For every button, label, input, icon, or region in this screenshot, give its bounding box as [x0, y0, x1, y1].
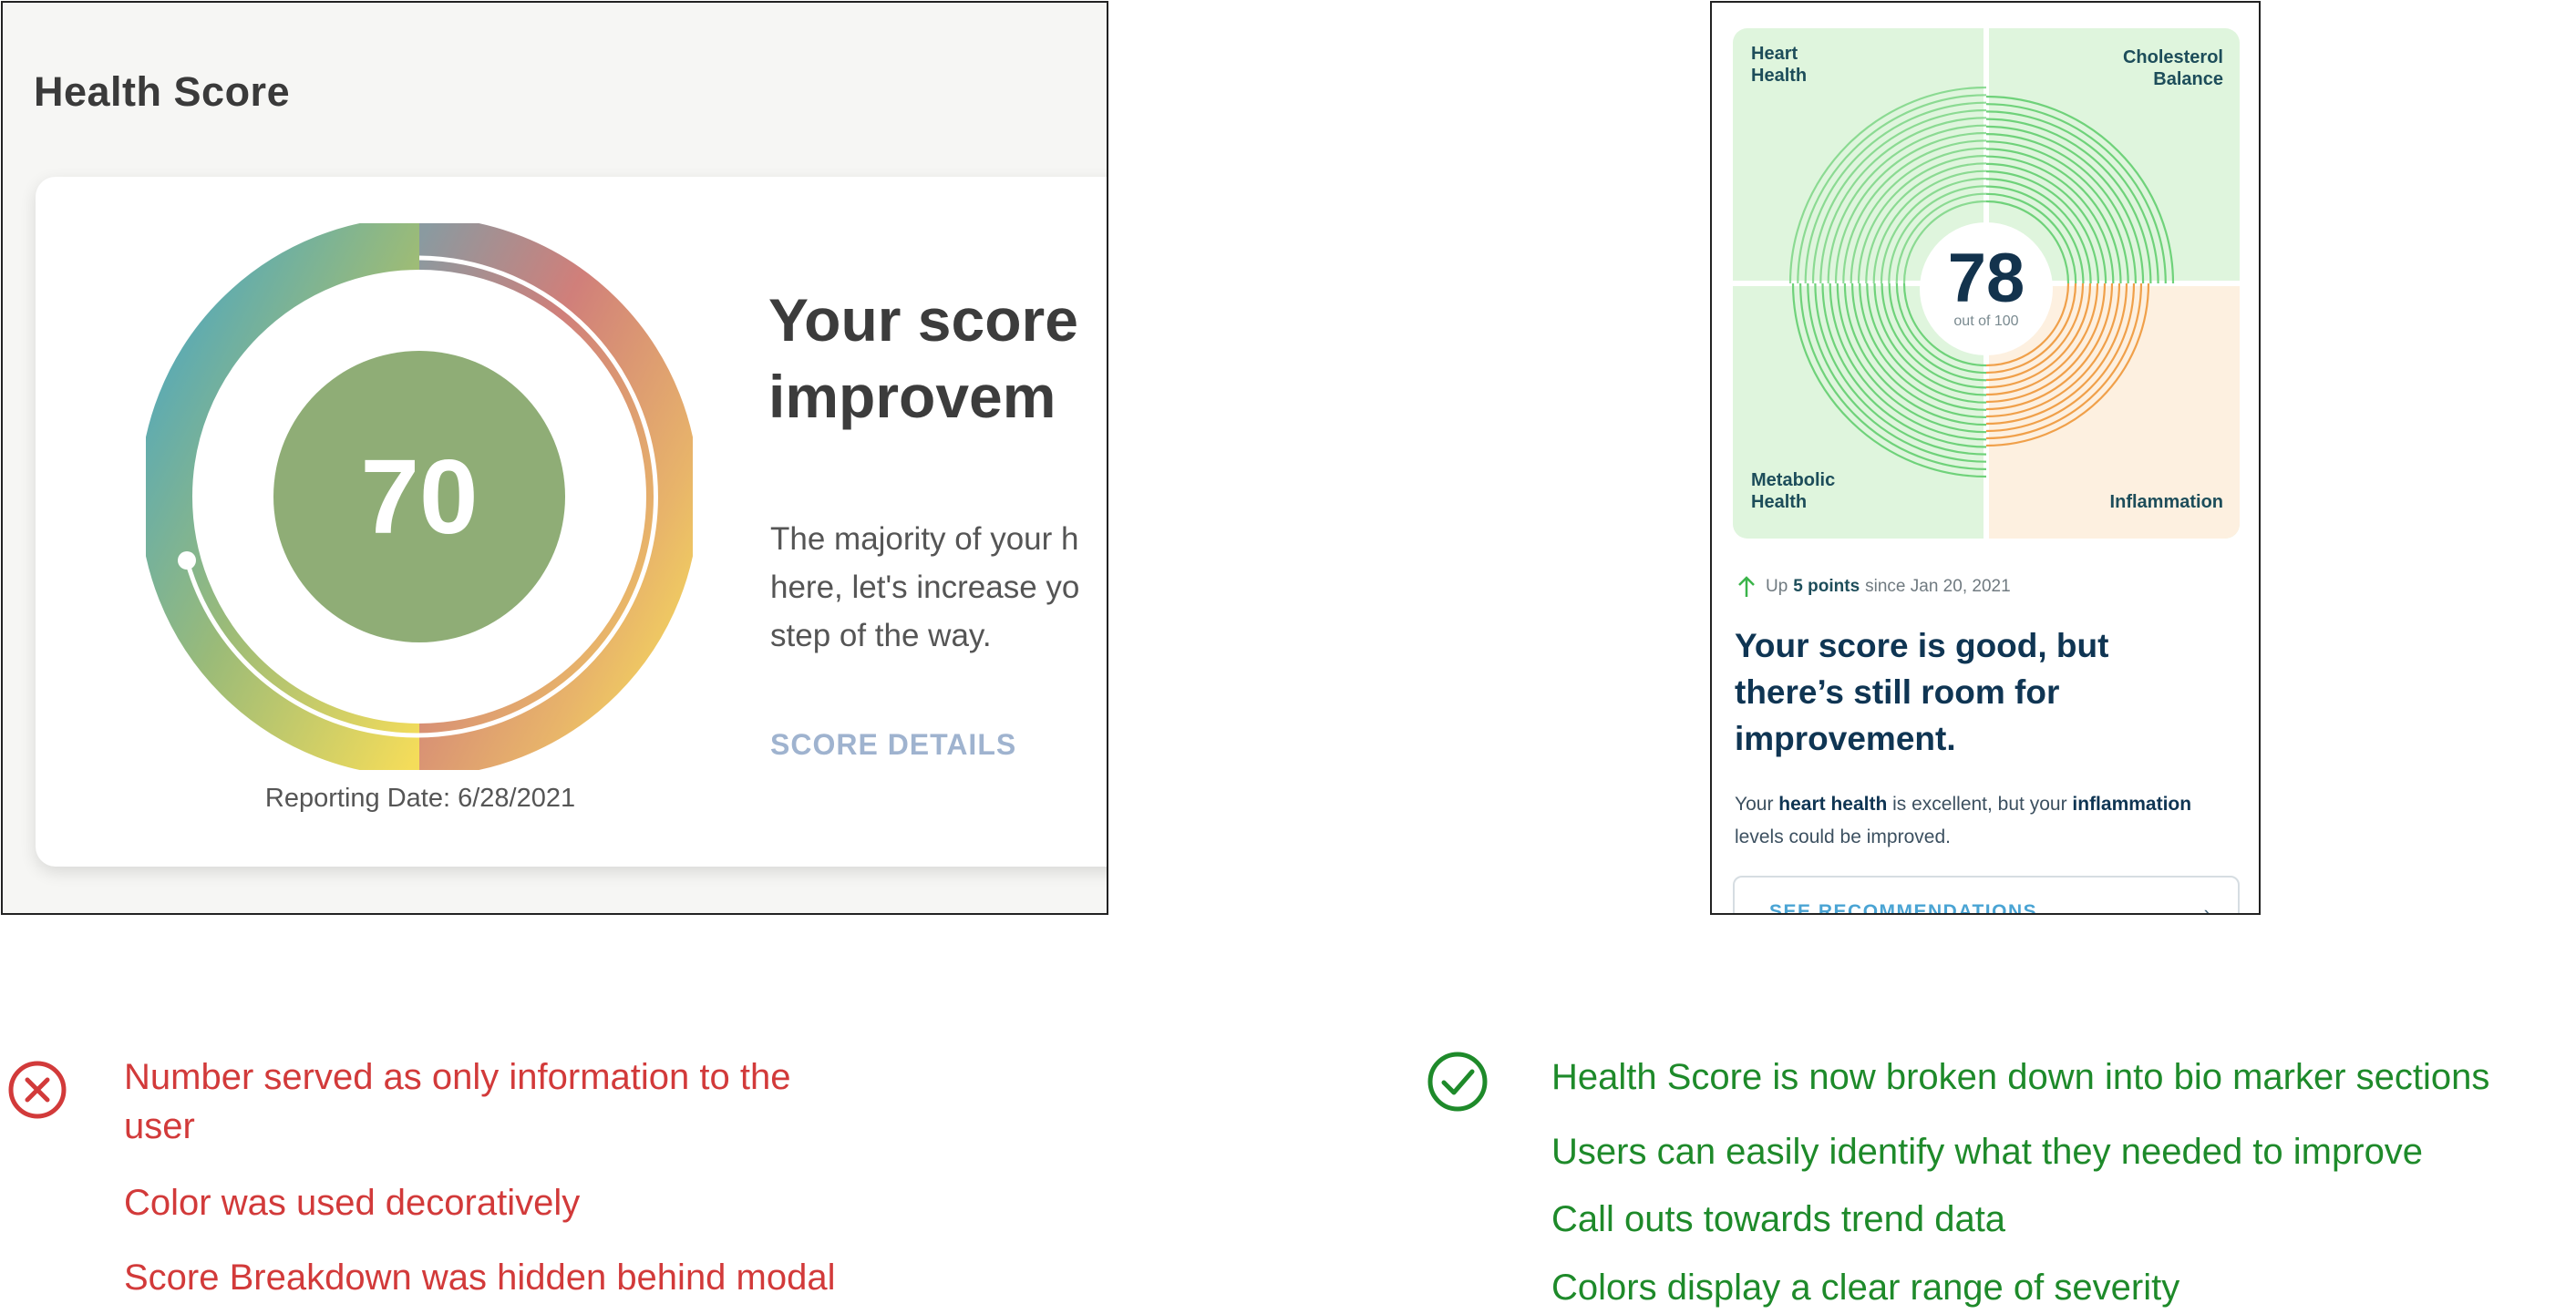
see-recommendations-label: SEE RECOMMENDATIONS	[1769, 901, 2038, 915]
trend-callout: Up 5 points since Jan 20, 2021	[1735, 575, 2011, 599]
inflammation-emphasis: inflammation	[2072, 794, 2192, 815]
biomarker-quadrant-chart: 78 out of 100 Heart Health Cholesterol B…	[1733, 28, 2240, 539]
pro-note: Call outs towards trend data	[1551, 1199, 2006, 1239]
new-health-score-screenshot: 78 out of 100 Heart Health Cholesterol B…	[1710, 1, 2261, 915]
trend-points: 5 points	[1793, 577, 1860, 596]
old-health-score-screenshot: Health Score 70 Reporting Date: 6/28/202…	[1, 1, 1108, 915]
con-note: Color was used decoratively	[124, 1183, 581, 1223]
quadrant-label-inflammation: Inflammation	[2109, 492, 2223, 512]
quadrant-label-cholesterol-balance: Cholesterol Balance	[2122, 47, 2223, 89]
check-circle-icon	[1427, 1052, 1488, 1112]
pro-note: Colors display a clear range of severity	[1551, 1268, 2180, 1308]
page-title: Health Score	[34, 68, 291, 115]
score-description: The majority of your h here, let's incre…	[770, 521, 1080, 653]
heart-health-emphasis: heart health	[1778, 794, 1888, 815]
body-text: levels could be improved.	[1735, 826, 1951, 847]
body-text: Your	[1735, 794, 1779, 815]
see-recommendations-button[interactable]: SEE RECOMMENDATIONS ›	[1733, 876, 2240, 915]
score-ring: 70	[139, 217, 699, 776]
score-headline: Your score improvem	[768, 286, 1078, 430]
chevron-right-icon: ›	[2203, 901, 2210, 915]
pro-note: Health Score is now broken down into bio…	[1551, 1057, 2490, 1097]
health-score-card: 70 Reporting Date: 6/28/2021 Your score …	[36, 177, 1107, 867]
score-details-link[interactable]: SCORE DETAILS	[770, 728, 1016, 762]
score-value: 70	[360, 437, 479, 556]
trend-since: since Jan 20, 2021	[1865, 577, 2011, 596]
x-circle-icon	[8, 1061, 67, 1119]
trend-prefix: Up	[1766, 577, 1788, 596]
score-value: 78	[1947, 240, 2025, 317]
score-description: Your heart health is excellent, but your…	[1735, 788, 2209, 854]
reporting-date: Reporting Date: 6/28/2021	[264, 784, 576, 813]
con-note: Number served as only information to the…	[124, 1057, 791, 1146]
body-text: is excellent, but your	[1887, 794, 2073, 815]
score-headline: Your score is good, but there’s still ro…	[1735, 627, 2109, 757]
arrow-up-icon	[1738, 576, 1755, 597]
quadrant-label-heart-health: Heart Health	[1751, 44, 1808, 86]
pro-note: Users can easily identify what they need…	[1551, 1132, 2424, 1172]
quadrant-label-metabolic-health: Metabolic Health	[1751, 470, 1836, 512]
score-out-of-label: out of 100	[1953, 313, 2019, 329]
con-note: Score Breakdown was hidden behind modal	[124, 1258, 836, 1298]
